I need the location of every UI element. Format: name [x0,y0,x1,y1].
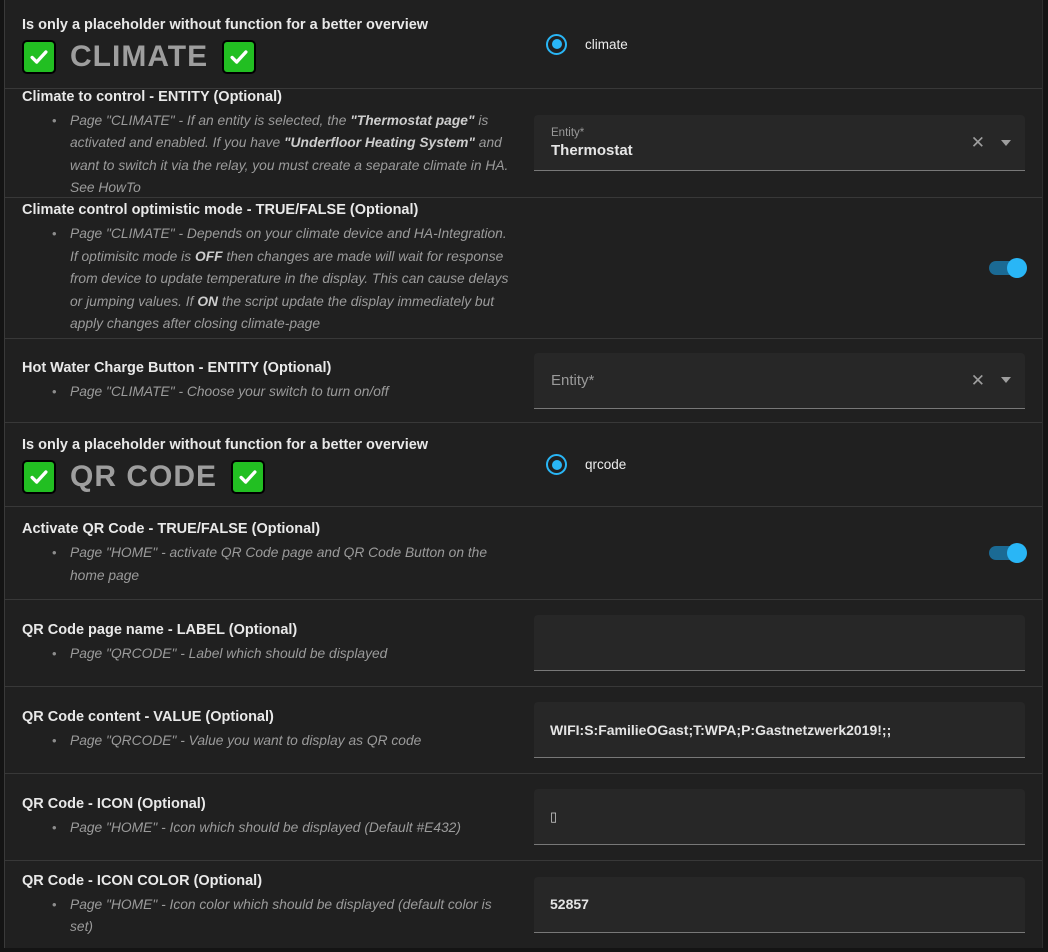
toggle-switch[interactable] [989,258,1025,278]
toggle-thumb [1007,543,1027,563]
config-section: Climate control optimistic mode - TRUE/F… [5,197,1042,338]
section-description: Page "HOME" - Icon color which should be… [22,894,518,939]
placeholder-section: Is only a placeholder without function f… [5,422,1042,506]
text-input[interactable]: ▯ [534,789,1025,845]
section-heading-line: QR CODE [22,460,518,494]
radio-option[interactable]: qrcode [534,454,626,475]
radio-selected-icon[interactable] [546,34,567,55]
section-title: QR Code content - VALUE (Optional) [22,707,518,727]
clear-icon[interactable]: ✕ [971,372,985,389]
section-heading-line: CLIMATE [22,40,518,74]
config-section: QR Code - ICON COLOR (Optional) Page "HO… [5,860,1042,948]
text-input[interactable]: 52857 [534,877,1025,933]
section-title: Activate QR Code - TRUE/FALSE (Optional) [22,519,518,539]
text-input-value: 52857 [534,896,589,912]
section-title: QR Code page name - LABEL (Optional) [22,620,518,640]
description-run: Page "HOME" - Icon color which should be… [70,897,492,935]
section-title: Hot Water Charge Button - ENTITY (Option… [22,358,518,378]
config-section: QR Code page name - LABEL (Optional) Pag… [5,599,1042,686]
section-title: QR Code - ICON COLOR (Optional) [22,871,518,891]
green-checkbox-icon [231,460,265,494]
placeholder-section: Is only a placeholder without function f… [5,0,1042,88]
entity-picker[interactable]: Entity* Thermostat ✕ [534,115,1025,171]
config-section: Hot Water Charge Button - ENTITY (Option… [5,338,1042,422]
toggle-thumb [1007,258,1027,278]
entity-picker[interactable]: Entity* ✕ [534,353,1025,409]
radio-label: qrcode [585,457,626,472]
section-title: Is only a placeholder without function f… [22,435,518,455]
section-title: QR Code - ICON (Optional) [22,794,518,814]
section-description: Page "CLIMATE" - If an entity is selecte… [22,110,518,198]
section-title: Climate control optimistic mode - TRUE/F… [22,200,518,220]
text-input[interactable] [534,615,1025,671]
section-description: Page "HOME" - Icon which should be displ… [22,817,518,840]
config-section: Activate QR Code - TRUE/FALSE (Optional)… [5,506,1042,599]
section-heading: CLIMATE [68,40,210,74]
toggle-switch[interactable] [989,543,1025,563]
entity-picker-label: Entity* [551,373,971,388]
section-description: Page "CLIMATE" - Depends on your climate… [22,223,518,336]
entity-picker-label: Entity* [551,126,971,141]
section-description: Page "HOME" - activate QR Code page and … [22,542,518,587]
section-title: Is only a placeholder without function f… [22,15,518,35]
description-bold-run: "Thermostat page" [350,113,474,128]
text-input-value: WIFI:S:FamilieOGast;T:WPA;P:Gastnetzwerk… [534,722,891,738]
radio-option[interactable]: climate [534,34,628,55]
description-run: Page "QRCODE" - Label which should be di… [70,646,387,661]
dropdown-caret-icon[interactable] [1001,377,1011,383]
description-run: Page "CLIMATE" - If an entity is selecte… [70,113,350,128]
description-run: Page "HOME" - activate QR Code page and … [70,545,487,583]
dropdown-caret-icon[interactable] [1001,140,1011,146]
section-description: Page "QRCODE" - Label which should be di… [22,643,518,666]
section-description: Page "QRCODE" - Value you want to displa… [22,730,518,753]
section-title: Climate to control - ENTITY (Optional) [22,88,518,107]
text-input-value: ▯ [534,809,557,825]
green-checkbox-icon [222,40,256,74]
description-run: Page "QRCODE" - Value you want to displa… [70,733,421,748]
green-checkbox-icon [22,460,56,494]
config-section: Climate to control - ENTITY (Optional) P… [5,88,1042,197]
config-section: QR Code - ICON (Optional) Page "HOME" - … [5,773,1042,860]
radio-selected-icon[interactable] [546,454,567,475]
section-description: Page "CLIMATE" - Choose your switch to t… [22,381,518,404]
blueprint-config-card: Is only a placeholder without function f… [4,0,1043,948]
green-checkbox-icon [22,40,56,74]
entity-picker-value: Thermostat [551,141,971,160]
description-bold-run: OFF [195,249,223,264]
section-heading: QR CODE [68,460,219,494]
clear-icon[interactable]: ✕ [971,134,985,151]
config-section: QR Code content - VALUE (Optional) Page … [5,686,1042,773]
description-bold-run: "Underfloor Heating System" [284,135,475,150]
description-run: Page "CLIMATE" - Choose your switch to t… [70,384,389,399]
description-bold-run: ON [197,294,218,309]
radio-label: climate [585,37,628,52]
text-input[interactable]: WIFI:S:FamilieOGast;T:WPA;P:Gastnetzwerk… [534,702,1025,758]
description-run: Page "HOME" - Icon which should be displ… [70,820,461,835]
